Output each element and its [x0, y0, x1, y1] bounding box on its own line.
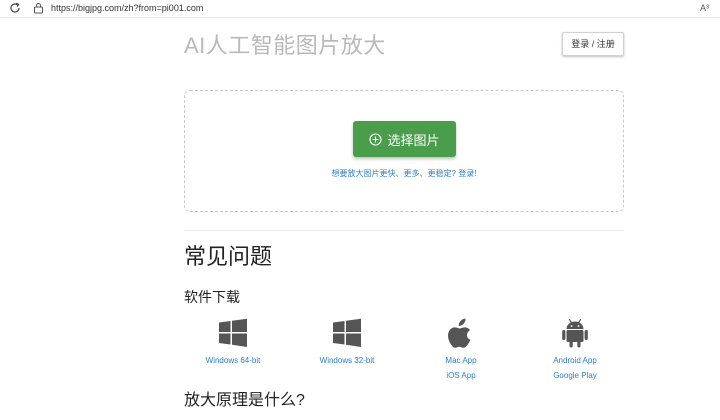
windows-icon[interactable] — [218, 318, 248, 348]
download-windows-64: Windows 64-bit — [188, 318, 278, 366]
reload-icon[interactable] — [9, 2, 21, 14]
login-register-button[interactable]: 登录 / 注册 — [562, 32, 624, 56]
principle-title: 放大原理是什么? — [184, 392, 305, 409]
browser-address-bar: https://bigjpg.com/zh?from=pi001.com A³ — [0, 0, 720, 18]
android-app-link[interactable]: Android App — [530, 356, 620, 366]
login-hint-link[interactable]: 想要放大图片更快、更多、更稳定? 登录! — [185, 168, 623, 179]
select-image-label: 选择图片 — [387, 132, 440, 148]
select-image-button[interactable]: 选择图片 — [353, 121, 456, 157]
site-title: AI人工智能图片放大 — [184, 33, 386, 58]
lock-icon[interactable] — [33, 2, 44, 14]
apple-icon[interactable] — [448, 318, 474, 348]
download-android: Android App Google Play — [530, 318, 620, 381]
mac-app-link[interactable]: Mac App — [416, 356, 506, 366]
upload-drop-zone[interactable]: 选择图片 想要放大图片更快、更多、更稳定? 登录! — [184, 90, 624, 212]
windows-32-link[interactable]: Windows 32-bit — [302, 356, 392, 366]
download-title: 软件下载 — [184, 289, 240, 305]
plus-circle-icon — [369, 132, 383, 146]
windows-64-link[interactable]: Windows 64-bit — [188, 356, 278, 366]
ios-app-link[interactable]: iOS App — [416, 371, 506, 381]
android-icon[interactable] — [561, 318, 589, 348]
download-apple: Mac App iOS App — [416, 318, 506, 381]
section-divider — [184, 230, 624, 231]
download-windows-32: Windows 32-bit — [302, 318, 392, 366]
read-aloud-icon[interactable]: A³ — [700, 2, 709, 15]
url-field[interactable]: https://bigjpg.com/zh?from=pi001.com — [51, 2, 203, 15]
google-play-link[interactable]: Google Play — [530, 371, 620, 381]
windows-icon[interactable] — [332, 318, 362, 348]
faq-title: 常见问题 — [184, 244, 273, 269]
